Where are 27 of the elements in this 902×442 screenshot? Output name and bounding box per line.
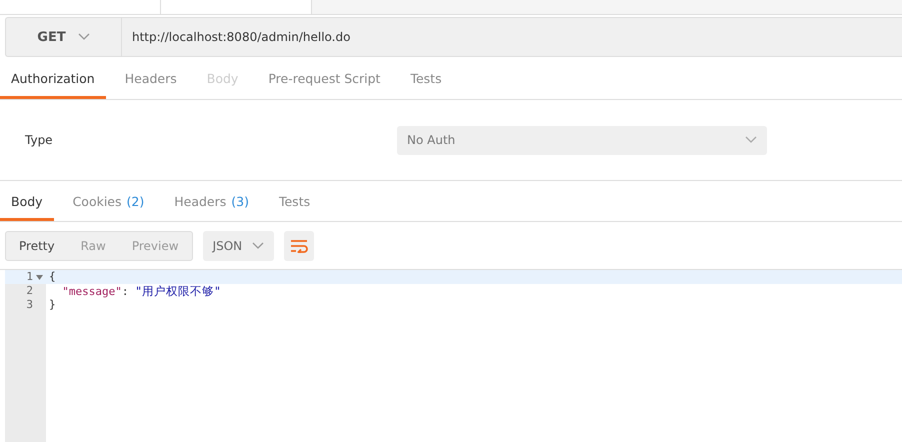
wrap-button[interactable] <box>284 231 314 261</box>
request-tab[interactable]: Tests <box>399 57 453 99</box>
code-text: "message": "用户权限不够" <box>61 284 221 298</box>
type-label: Type <box>24 133 54 147</box>
format-dropdown[interactable]: JSON <box>202 231 274 261</box>
view-mode-tab[interactable]: Preview <box>118 232 192 260</box>
line-number: 3 <box>25 298 33 312</box>
view-mode-tab[interactable]: Pretty <box>6 232 68 260</box>
chevron-down-icon <box>745 136 757 144</box>
line-number: 1 <box>25 270 33 284</box>
view-mode-tab[interactable]: Raw <box>68 232 119 260</box>
response-tab[interactable]: Body <box>0 181 54 221</box>
auth-type-dropdown[interactable]: No Auth <box>397 126 767 154</box>
code-text: } <box>48 298 56 312</box>
fold-caret-icon[interactable] <box>36 274 43 280</box>
response-tab[interactable]: Headers (3) <box>163 181 260 221</box>
code-text: { <box>48 270 56 284</box>
response-tab[interactable]: Tests <box>268 181 322 221</box>
chevron-down-icon <box>252 242 264 250</box>
request-tab[interactable]: Pre-request Script <box>257 57 392 99</box>
request-tab[interactable]: Headers <box>114 57 188 99</box>
wrap-icon <box>290 239 308 253</box>
response-tab[interactable]: Cookies (2) <box>62 181 156 221</box>
request-tab[interactable]: Authorization <box>0 57 106 99</box>
count-label: (2) <box>126 194 144 208</box>
line-number: 2 <box>25 284 33 298</box>
count-label: (3) <box>231 194 249 208</box>
